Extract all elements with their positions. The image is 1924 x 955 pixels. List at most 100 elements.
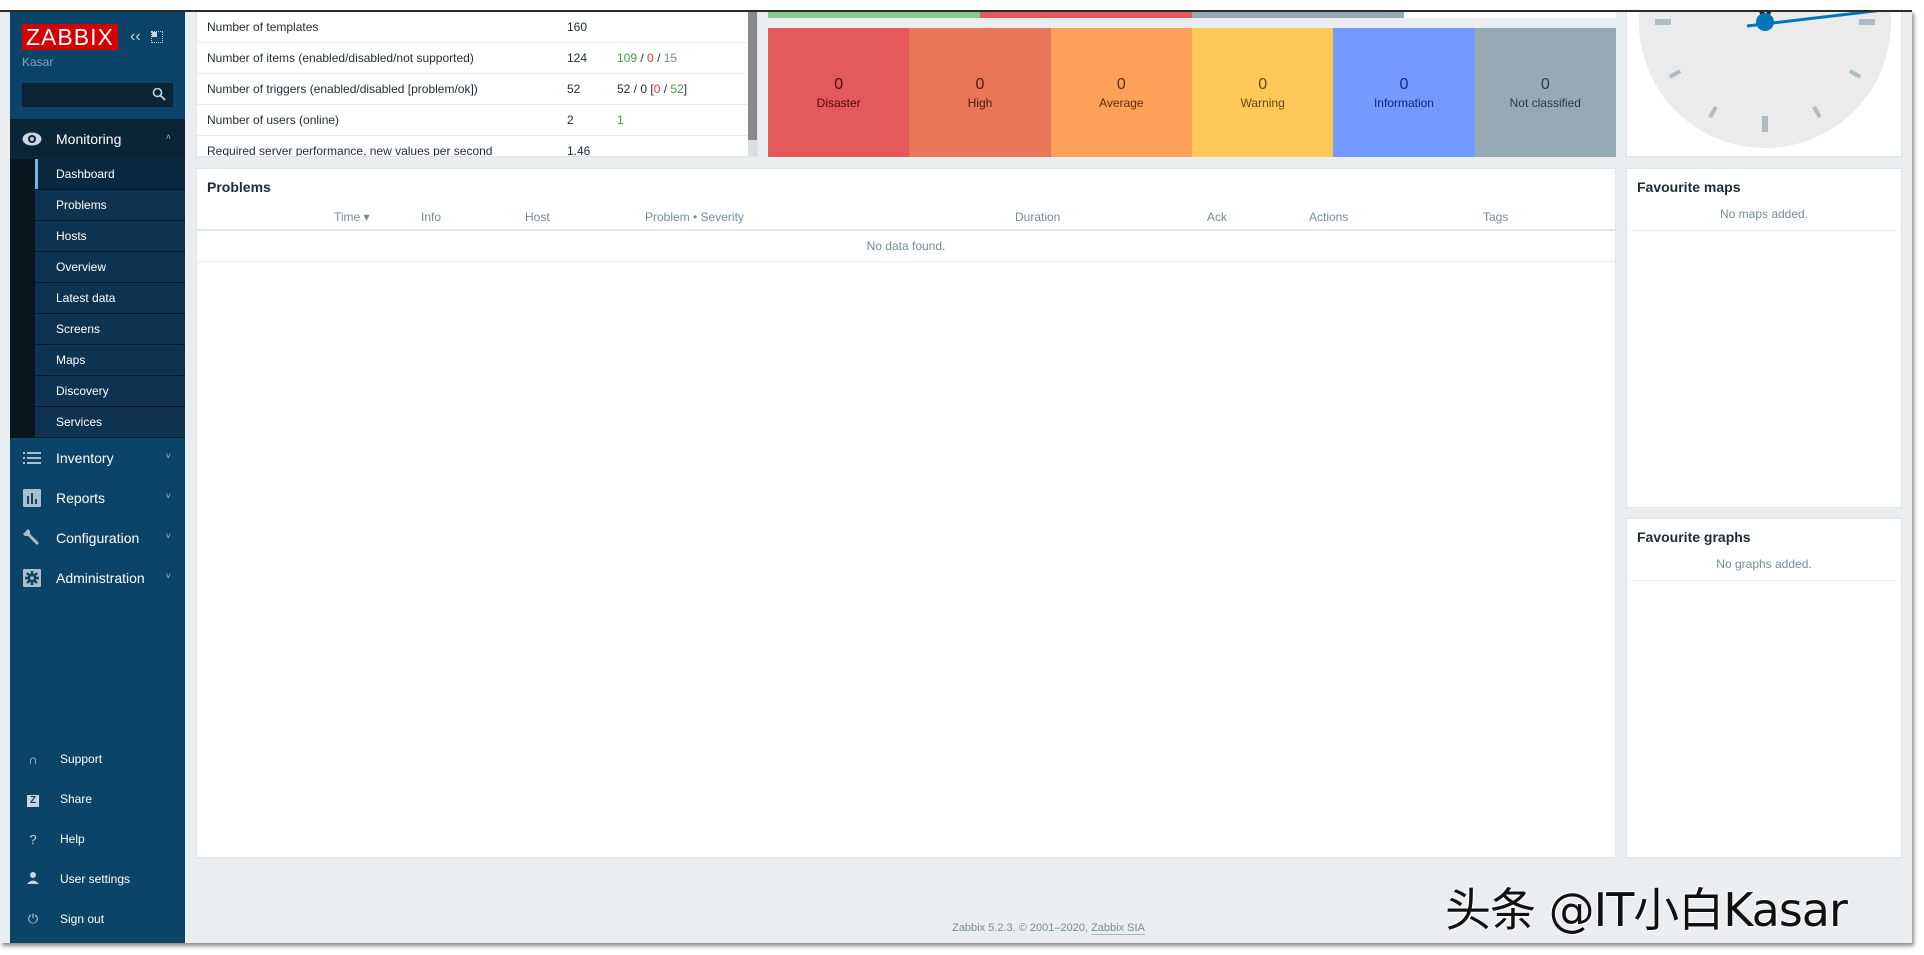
kiosk-mode-icon[interactable] [150, 31, 163, 43]
host-availability-segment[interactable] [768, 12, 980, 18]
menu-support[interactable]: ∩ Support [10, 739, 185, 779]
severity-label: High [967, 95, 993, 110]
help-icon: ? [29, 831, 37, 847]
eye-icon [22, 129, 42, 149]
severity-block-not-classified[interactable]: 0 Not classified [1474, 28, 1616, 157]
stats-detail-part: ] [683, 82, 688, 96]
stats-label: Number of triggers (enabled/disabled [pr… [207, 82, 478, 96]
menu-label: Inventory [56, 450, 114, 466]
app-window: ZABBIX ‹‹ Kasar Monitoring ˄ Dashboard P… [0, 10, 1912, 943]
chevron-down-icon: ˅ [165, 571, 171, 581]
submenu-overview[interactable]: Overview [35, 252, 185, 283]
chevron-down-icon: ˅ [165, 451, 171, 461]
sidebar: ZABBIX ‹‹ Kasar Monitoring ˄ Dashboard P… [10, 12, 185, 943]
column-duration: Duration [1015, 210, 1061, 224]
column-ack: Ack [1207, 210, 1228, 224]
stats-detail-part: 15 [663, 51, 678, 65]
stats-label: Number of items (enabled/disabled/not su… [207, 51, 474, 65]
column-actions: Actions [1309, 210, 1349, 224]
collapse-sidebar-icon[interactable]: ‹‹ [130, 28, 141, 46]
stats-value: 160 [567, 20, 588, 34]
search-input[interactable] [23, 84, 148, 106]
clock-face [1639, 12, 1891, 148]
menu-configuration[interactable]: Configuration ˅ [10, 518, 185, 558]
widget-scrollbar[interactable] [748, 12, 757, 156]
menu-sign-out[interactable]: ⏻ Sign out [10, 899, 185, 939]
severity-count: 0 [1540, 75, 1550, 93]
stats-detail-part: 0 [647, 51, 654, 65]
menu-administration[interactable]: Administration ˅ [10, 558, 185, 598]
severity-label: Disaster [816, 95, 861, 110]
submenu-screens[interactable]: Screens [35, 314, 185, 345]
severity-label: Information [1373, 95, 1434, 110]
problems-by-severity-widget: 0 Disaster 0 High 0 Average 0 Warning 0 Informati… [768, 28, 1616, 157]
menu-inventory[interactable]: Inventory ˅ [10, 438, 185, 478]
stats-label: Number of users (online) [207, 113, 340, 127]
submenu-dashboard[interactable]: Dashboard [35, 159, 185, 190]
zabbix-logo[interactable]: ZABBIX [22, 24, 118, 50]
column-time[interactable]: Time ▾ [334, 210, 370, 224]
scrollbar-thumb[interactable] [748, 12, 757, 140]
stats-value: 2 [567, 113, 574, 127]
submenu-discovery[interactable]: Discovery [35, 376, 185, 407]
widget-title: Favourite graphs [1637, 529, 1751, 545]
severity-block-disaster[interactable]: 0 Disaster [768, 28, 910, 157]
stats-row: Number of templates 160 [197, 12, 757, 43]
severity-count: 0 [1258, 75, 1268, 93]
menu-reports[interactable]: Reports ˅ [10, 478, 185, 518]
severity-block-information[interactable]: 0 Information [1333, 28, 1475, 157]
watermark: 头条 @IT小白Kasar [1445, 883, 1848, 937]
user-icon [26, 871, 40, 887]
wrench-icon [22, 528, 42, 548]
stats-detail-part: 52 [670, 82, 684, 96]
submenu-hosts[interactable]: Hosts [35, 221, 185, 252]
menu-label: User settings [60, 872, 131, 886]
search-icon[interactable] [152, 87, 166, 101]
column-tags: Tags [1483, 210, 1509, 224]
menu-help[interactable]: ? Help [10, 819, 185, 859]
no-maps-message: No maps added. [1631, 203, 1897, 231]
menu-label: Reports [56, 490, 106, 506]
severity-block-average[interactable]: 0 Average [1050, 28, 1192, 157]
chevron-down-icon: ˅ [165, 531, 171, 541]
headset-icon: ∩ [28, 751, 38, 767]
submenu-services[interactable]: Services [35, 407, 185, 438]
problems-widget: Problems Time ▾ Info Host Problem • Seve… [196, 168, 1616, 858]
submenu-maps[interactable]: Maps [35, 345, 185, 376]
no-data-message: No data found. [197, 231, 1615, 262]
severity-count: 0 [1399, 75, 1409, 93]
favourite-maps-widget: Favourite maps No maps added. [1626, 168, 1902, 508]
column-problem-severity: Problem • Severity [645, 210, 744, 224]
severity-label: Not classified [1509, 95, 1581, 110]
host-availability-segment[interactable] [1192, 12, 1404, 18]
severity-label: Warning [1240, 95, 1285, 110]
server-name: Kasar [22, 55, 54, 69]
stats-detail-part: 109 [617, 51, 638, 65]
problems-table-header: Time ▾ Info Host Problem • Severity Dura… [197, 203, 1615, 231]
search-box [22, 83, 173, 107]
menu-share[interactable]: Z Share [10, 779, 185, 819]
menu-label: Administration [56, 570, 145, 586]
menu-label: Monitoring [56, 131, 122, 147]
severity-label: Average [1099, 95, 1144, 110]
footer-link[interactable]: Zabbix SIA [1091, 922, 1145, 935]
menu-label: Sign out [60, 912, 105, 926]
stats-value: 124 [567, 51, 588, 65]
host-availability-bar [768, 12, 1616, 18]
stats-detail-part: / [660, 82, 671, 96]
menu-monitoring[interactable]: Monitoring ˄ [10, 119, 185, 159]
menu-label: Configuration [56, 530, 140, 546]
host-availability-segment[interactable] [980, 12, 1192, 18]
column-host: Host [525, 210, 550, 224]
menu-user-settings[interactable]: User settings [10, 859, 185, 899]
severity-block-warning[interactable]: 0 Warning [1191, 28, 1334, 157]
severity-count: 0 [1116, 75, 1126, 93]
menu-label: Support [60, 752, 103, 766]
stats-detail-part: / [653, 51, 664, 65]
no-graphs-message: No graphs added. [1631, 553, 1897, 581]
submenu-problems[interactable]: Problems [35, 190, 185, 221]
submenu-latest-data[interactable]: Latest data [35, 283, 185, 314]
severity-block-high[interactable]: 0 High [909, 28, 1051, 157]
widget-title: Problems [207, 179, 271, 195]
power-icon: ⏻ [27, 911, 39, 926]
